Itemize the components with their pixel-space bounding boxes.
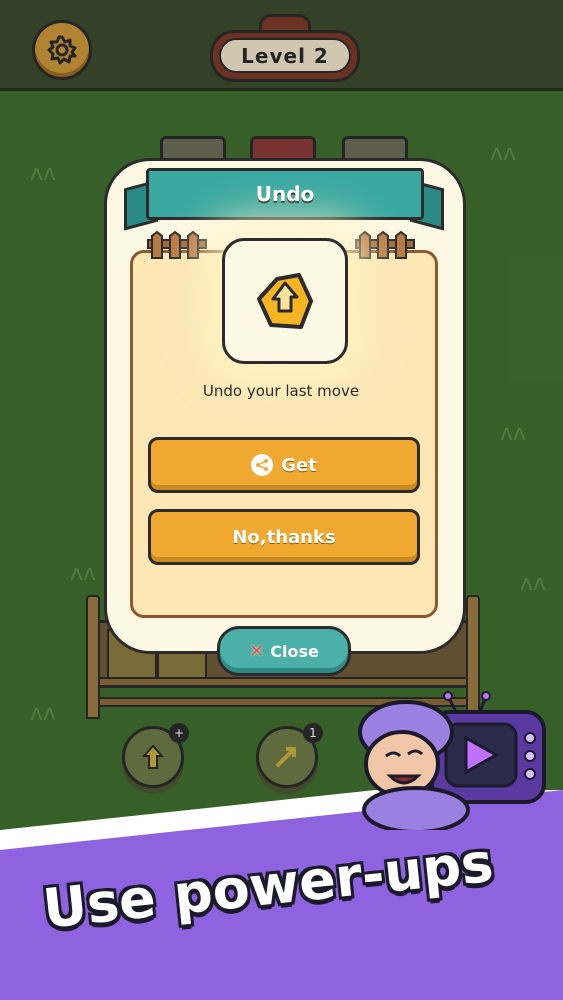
dialog-title: Undo [255,182,315,206]
no-thanks-button[interactable]: No,thanks [148,509,420,565]
get-button[interactable]: Get [148,437,420,493]
picket-fence-left [147,230,207,259]
close-button[interactable]: ✕ Close [217,626,351,676]
powerup-icon-frame [222,238,348,364]
dialog-description: Undo your last move [202,382,360,400]
share-icon [251,454,274,476]
close-button-label: Close [270,641,319,661]
picket-fence-right [355,230,415,259]
get-button-label: Get [281,454,317,476]
no-thanks-label: No,thanks [232,526,336,548]
dialog-title-ribbon: Undo [146,168,424,220]
mascot-sheep-tv [358,691,546,830]
undo-icon [257,273,313,329]
close-x-icon: ✕ [249,640,265,662]
